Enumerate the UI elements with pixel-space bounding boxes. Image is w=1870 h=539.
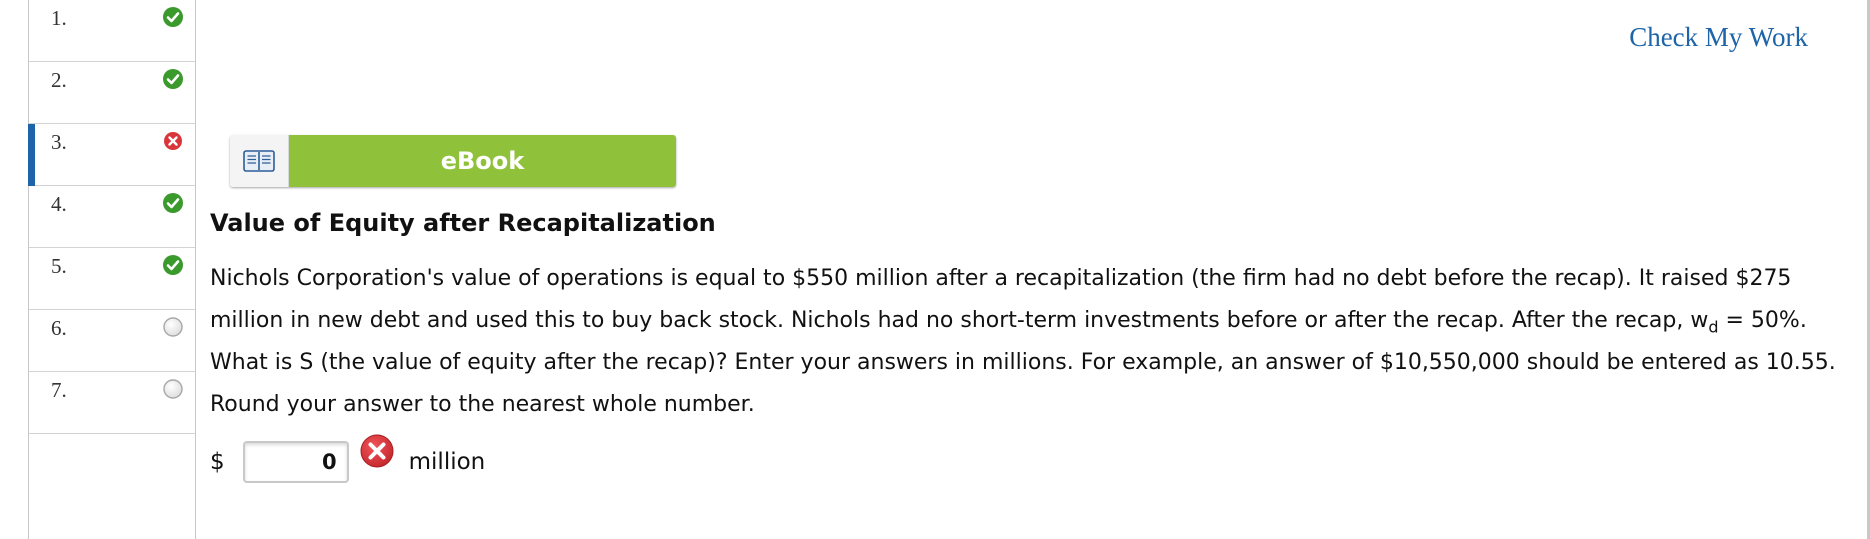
question-number: 2. <box>51 68 67 92</box>
question-number: 7. <box>51 378 67 402</box>
ebook-label: eBook <box>289 135 676 187</box>
question-text: Nichols Corporation's value of operation… <box>210 258 1850 426</box>
correct-check-icon <box>162 254 184 276</box>
question-item-4[interactable]: 4. <box>29 186 195 248</box>
question-number: 4. <box>51 192 67 216</box>
book-icon <box>230 135 289 187</box>
question-item-5[interactable]: 5. <box>29 248 195 310</box>
question-sidebar: 1. 2. 3. 4. 5. 6. 7. <box>28 0 196 539</box>
question-number: 3. <box>51 130 67 154</box>
correct-check-icon <box>162 68 184 90</box>
incorrect-answer-icon <box>359 433 395 475</box>
unanswered-circle-icon <box>162 316 184 338</box>
check-my-work-link[interactable]: Check My Work <box>1629 22 1808 53</box>
question-item-6[interactable]: 6. <box>29 310 195 372</box>
unanswered-circle-icon <box>162 378 184 400</box>
question-title: Value of Equity after Recapitalization <box>210 209 716 237</box>
question-number: 6. <box>51 316 67 340</box>
answer-input[interactable] <box>242 441 349 483</box>
question-number: 5. <box>51 254 67 278</box>
currency-prefix: $ <box>210 449 225 475</box>
incorrect-x-icon <box>162 130 184 152</box>
question-item-1[interactable]: 1. <box>29 0 195 62</box>
unit-label: million <box>408 449 486 475</box>
question-item-7[interactable]: 7. <box>29 372 195 434</box>
answer-row: $ million <box>210 434 486 486</box>
question-number: 1. <box>51 6 67 30</box>
question-text-part1: Nichols Corporation's value of operation… <box>210 266 1792 333</box>
subscript-d: d <box>1708 317 1719 337</box>
correct-check-icon <box>162 192 184 214</box>
question-item-2[interactable]: 2. <box>29 62 195 124</box>
correct-check-icon <box>162 6 184 28</box>
ebook-button[interactable]: eBook <box>230 135 676 187</box>
question-item-3[interactable]: 3. <box>28 124 195 186</box>
question-panel: Check My Work eBook Value of Equity afte… <box>194 0 1870 539</box>
